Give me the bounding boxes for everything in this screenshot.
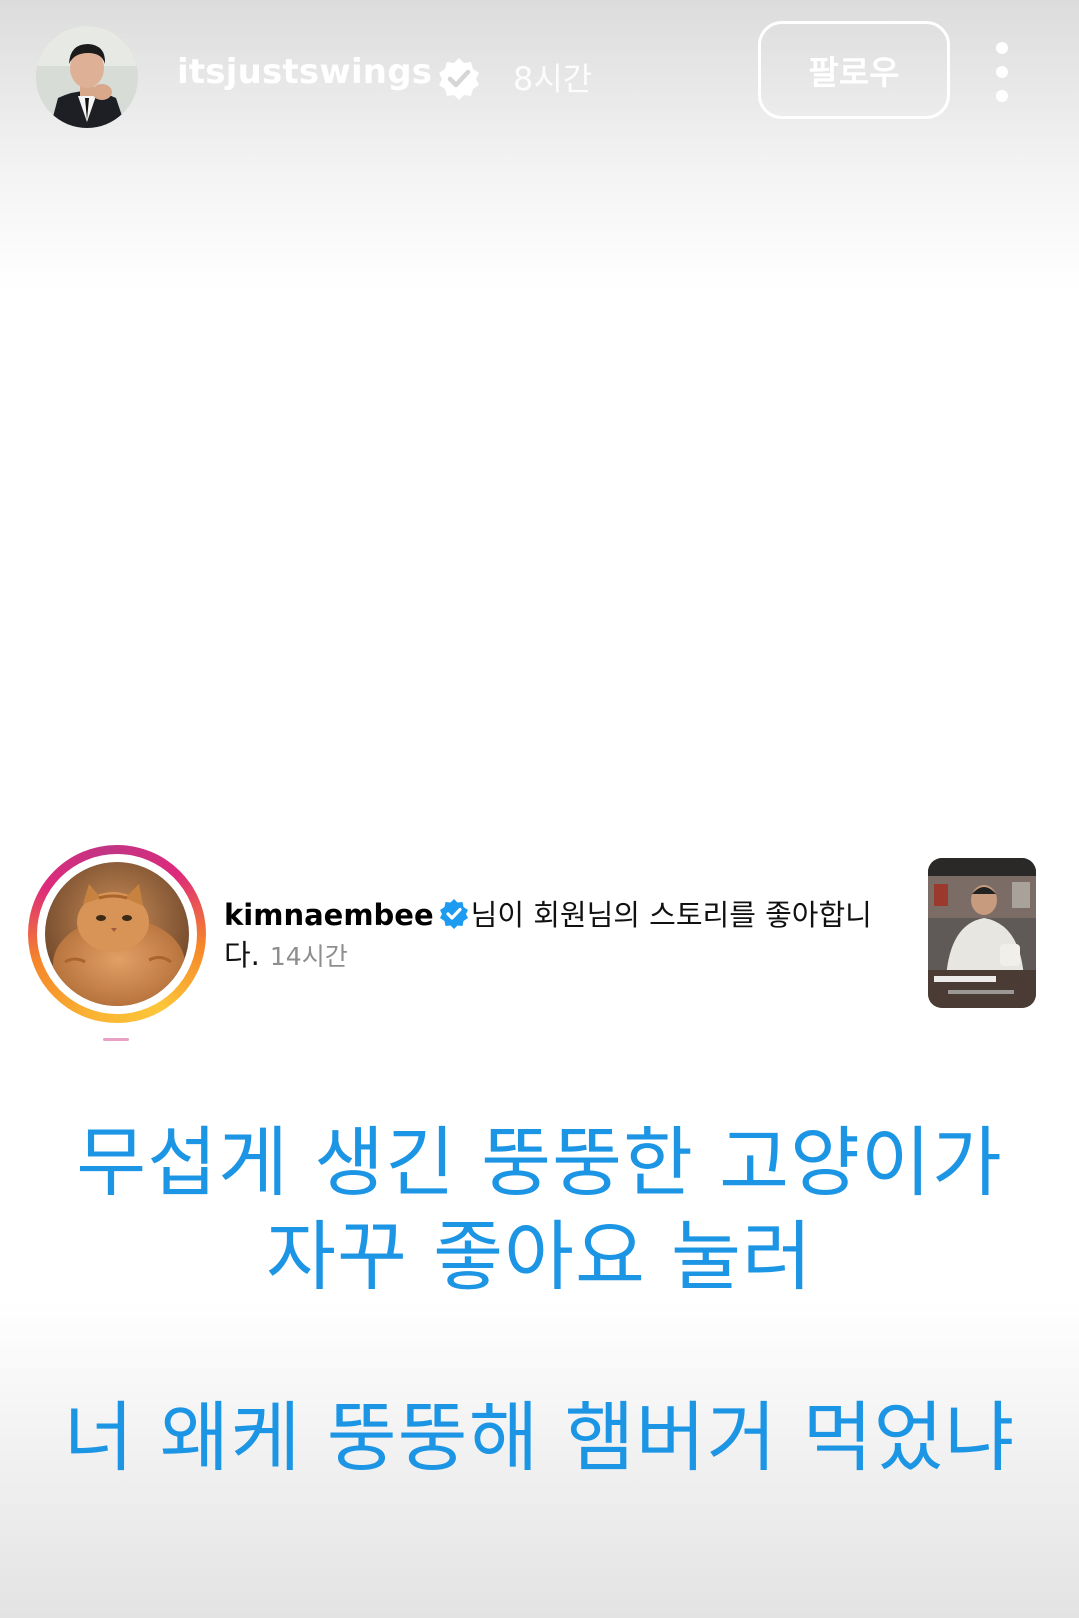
more-dot bbox=[996, 42, 1008, 54]
like-notification-text: kimnaembee 님이 회원님의 스토리를 좋아합니다. 14시간 bbox=[224, 895, 884, 977]
story-caption-bottom: 너 왜케 뚱뚱해 햄버거 먹었냐 bbox=[63, 1393, 1016, 1482]
cat-avatar-image bbox=[45, 862, 189, 1006]
user-avatar[interactable] bbox=[36, 26, 138, 128]
follow-button[interactable]: 팔로우 bbox=[758, 21, 950, 119]
story-thumbnail[interactable] bbox=[928, 858, 1036, 1008]
notification-time: 14시간 bbox=[269, 942, 348, 971]
liker-avatar-story-ring[interactable] bbox=[28, 845, 206, 1023]
story-caption-top: 무섭게 생긴 뚱뚱한 고양이가 자꾸 좋아요 눌러 bbox=[0, 1116, 1079, 1304]
avatar-image bbox=[36, 26, 138, 128]
story-username[interactable]: itsjustswings bbox=[177, 52, 432, 92]
story-canvas: itsjustswings 8시간 팔로우 kimnaembee 님이 회원님의… bbox=[0, 0, 1079, 1618]
more-dot bbox=[996, 90, 1008, 102]
verified-badge-icon bbox=[439, 899, 468, 929]
story-time: 8시간 bbox=[513, 60, 593, 98]
liker-avatar bbox=[45, 862, 189, 1006]
liker-username[interactable]: kimnaembee bbox=[224, 898, 434, 932]
more-vertical-icon[interactable] bbox=[982, 42, 1022, 102]
more-dot bbox=[996, 66, 1008, 78]
verified-badge-icon bbox=[439, 58, 479, 100]
liker-avatar-border bbox=[37, 854, 197, 1014]
caption-line: 무섭게 생긴 뚱뚱한 고양이가 bbox=[76, 1118, 1003, 1207]
story-thumbnail-image bbox=[928, 858, 1036, 1008]
caption-line: 자꾸 좋아요 눌러 bbox=[266, 1212, 813, 1301]
partial-divider bbox=[103, 1038, 129, 1041]
